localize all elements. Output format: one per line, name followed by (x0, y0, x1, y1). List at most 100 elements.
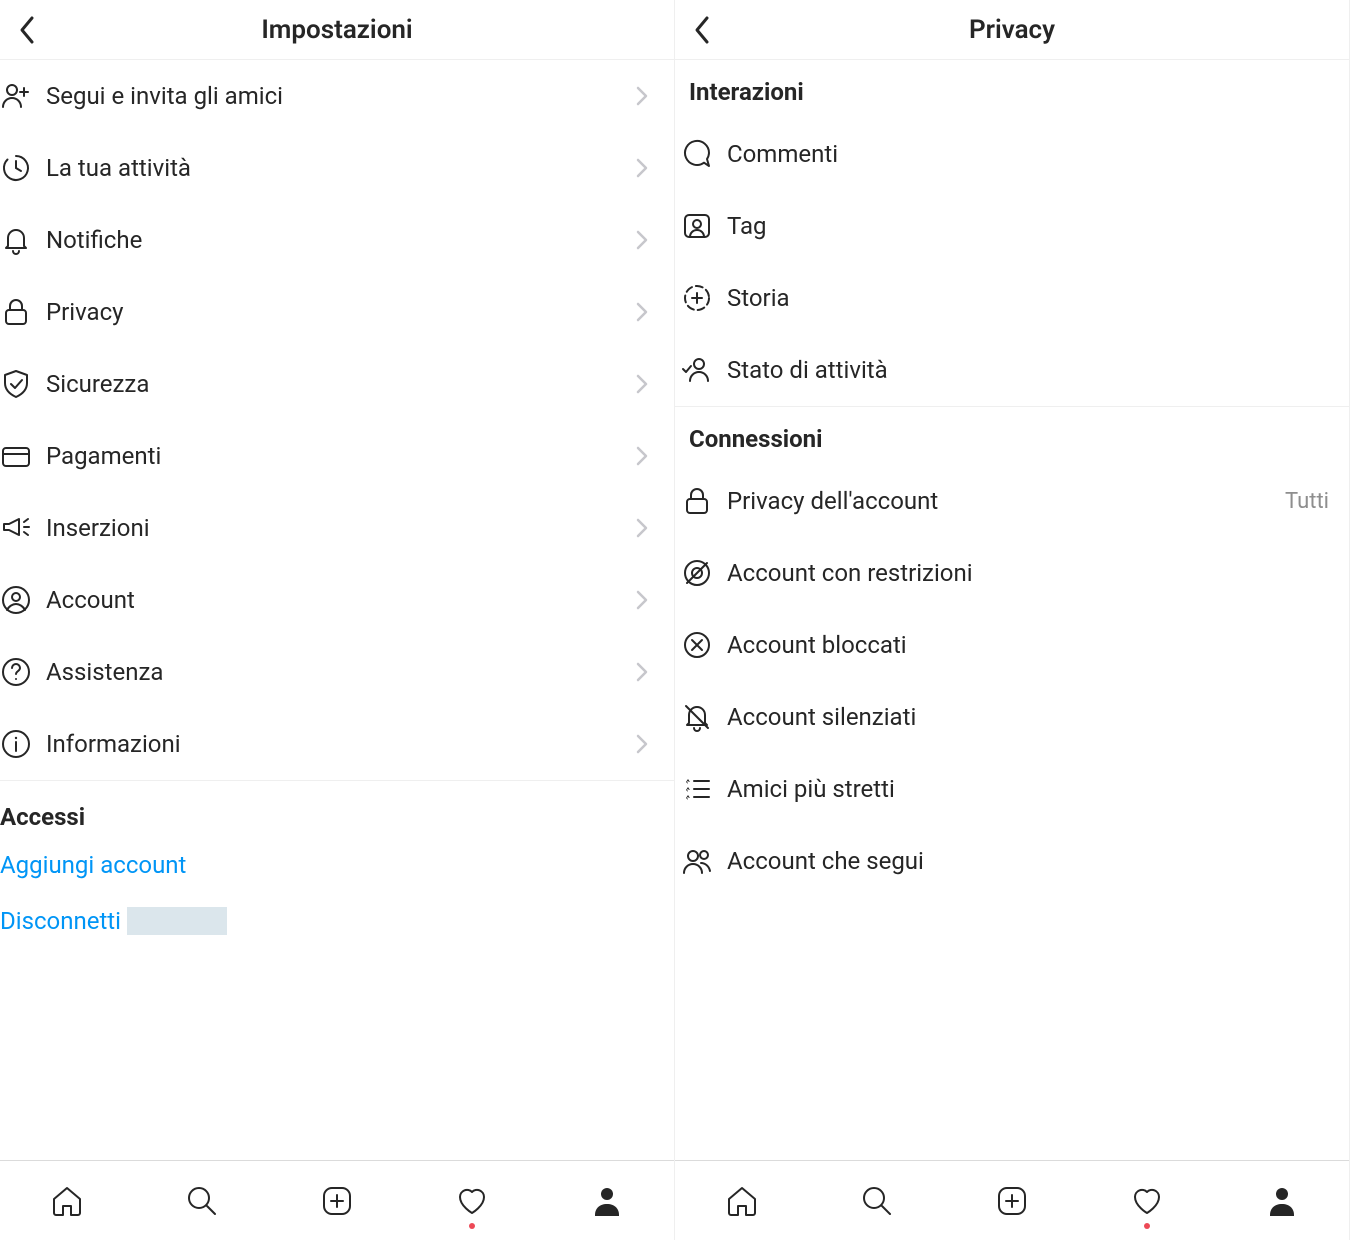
tab-create[interactable] (990, 1179, 1034, 1223)
row-label: Account (46, 586, 630, 614)
help-circle-icon (0, 656, 38, 688)
row-comments[interactable]: Commenti (675, 118, 1349, 190)
tab-search[interactable] (180, 1179, 224, 1223)
logout-label: Disconnetti (0, 907, 121, 935)
settings-header: Impostazioni (0, 0, 674, 60)
row-tags[interactable]: Tag (675, 190, 1349, 262)
tab-home[interactable] (720, 1179, 764, 1223)
row-story[interactable]: Storia (675, 262, 1349, 334)
story-add-icon (675, 282, 719, 314)
restricted-icon (675, 557, 719, 589)
plus-square-icon (995, 1184, 1029, 1218)
row-payments[interactable]: Pagamenti (0, 420, 674, 492)
row-about[interactable]: Informazioni (0, 708, 674, 780)
row-label: Tag (727, 212, 1329, 240)
row-muted[interactable]: Account silenziati (675, 681, 1349, 753)
row-help[interactable]: Assistenza (0, 636, 674, 708)
tab-bar (0, 1160, 674, 1240)
home-icon (50, 1184, 84, 1218)
connections-header: Connessioni (675, 406, 1349, 465)
row-privacy[interactable]: Privacy (0, 276, 674, 348)
row-account[interactable]: Account (0, 564, 674, 636)
row-label: Pagamenti (46, 442, 630, 470)
info-circle-icon (0, 728, 38, 760)
bell-off-icon (675, 701, 719, 733)
chevron-right-icon (630, 86, 654, 106)
tab-create[interactable] (315, 1179, 359, 1223)
activity-status-icon (675, 354, 719, 386)
heart-icon (455, 1184, 489, 1218)
row-restricted[interactable]: Account con restrizioni (675, 537, 1349, 609)
row-label: Amici più stretti (727, 775, 1329, 803)
home-icon (725, 1184, 759, 1218)
row-label: Account con restrizioni (727, 559, 1329, 587)
tab-activity[interactable] (450, 1179, 494, 1223)
row-security[interactable]: Sicurezza (0, 348, 674, 420)
tab-profile[interactable] (1260, 1179, 1304, 1223)
logins-header: Accessi (0, 780, 674, 837)
back-button[interactable] (10, 12, 46, 48)
shield-check-icon (0, 368, 38, 400)
lock-icon (0, 296, 38, 328)
search-icon (860, 1184, 894, 1218)
chevron-right-icon (630, 302, 654, 322)
row-label: Inserzioni (46, 514, 630, 542)
add-account-link[interactable]: Aggiungi account (0, 837, 674, 893)
row-label: Account che segui (727, 847, 1329, 875)
row-label: Account silenziati (727, 703, 1329, 731)
x-circle-icon (675, 629, 719, 661)
row-ads[interactable]: Inserzioni (0, 492, 674, 564)
settings-screen: Impostazioni Segui e invita gli amici La… (0, 0, 675, 1240)
interactions-header: Interazioni (675, 60, 1349, 118)
activity-dot (1144, 1223, 1150, 1229)
row-label: Sicurezza (46, 370, 630, 398)
tab-profile[interactable] (585, 1179, 629, 1223)
chevron-left-icon (693, 15, 713, 45)
tab-activity[interactable] (1125, 1179, 1169, 1223)
row-following[interactable]: Account che segui (675, 825, 1349, 897)
chevron-right-icon (630, 230, 654, 250)
lock-icon (675, 485, 719, 517)
privacy-header: Privacy (675, 0, 1349, 60)
settings-list: Segui e invita gli amici La tua attività… (0, 60, 674, 1160)
row-label: Storia (727, 284, 1329, 312)
row-notifications[interactable]: Notifiche (0, 204, 674, 276)
tab-search[interactable] (855, 1179, 899, 1223)
activity-dot (469, 1223, 475, 1229)
chevron-right-icon (630, 158, 654, 178)
user-circle-icon (0, 584, 38, 616)
tab-home[interactable] (45, 1179, 89, 1223)
person-add-icon (0, 80, 38, 112)
row-label: Informazioni (46, 730, 630, 758)
chevron-right-icon (630, 590, 654, 610)
row-blocked[interactable]: Account bloccati (675, 609, 1349, 681)
row-activity-status[interactable]: Stato di attività (675, 334, 1349, 406)
profile-icon (1265, 1184, 1299, 1218)
row-label: Privacy (46, 298, 630, 326)
chevron-right-icon (630, 374, 654, 394)
row-close-friends[interactable]: Amici più stretti (675, 753, 1349, 825)
row-activity[interactable]: La tua attività (0, 132, 674, 204)
row-follow-invite[interactable]: Segui e invita gli amici (0, 60, 674, 132)
chevron-right-icon (630, 662, 654, 682)
close-friends-list-icon (675, 773, 719, 805)
clock-icon (0, 152, 38, 184)
add-account-label: Aggiungi account (0, 851, 186, 879)
comment-icon (675, 138, 719, 170)
row-account-privacy[interactable]: Privacy dell'account Tutti (675, 465, 1349, 537)
credit-card-icon (0, 440, 38, 472)
megaphone-icon (0, 512, 38, 544)
redacted-username (127, 907, 227, 935)
row-label: Commenti (727, 140, 1329, 168)
heart-icon (1130, 1184, 1164, 1218)
row-label: Assistenza (46, 658, 630, 686)
privacy-list: Interazioni Commenti Tag Storia Stato di… (675, 60, 1349, 1160)
row-label: La tua attività (46, 154, 630, 182)
chevron-right-icon (630, 446, 654, 466)
back-button[interactable] (685, 12, 721, 48)
people-icon (675, 845, 719, 877)
profile-icon (590, 1184, 624, 1218)
privacy-title: Privacy (969, 15, 1055, 45)
chevron-left-icon (18, 15, 38, 45)
logout-link[interactable]: Disconnetti (0, 893, 674, 949)
